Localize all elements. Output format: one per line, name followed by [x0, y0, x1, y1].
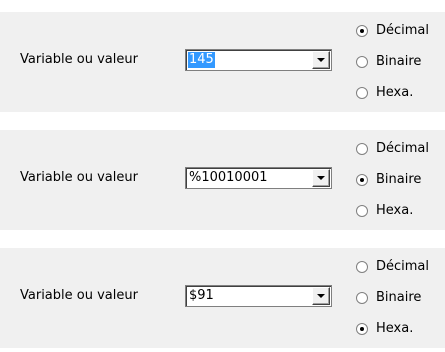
radio-unchecked-icon[interactable]: [356, 292, 368, 304]
radio-checked-icon[interactable]: [356, 25, 368, 37]
value-text[interactable]: $91: [188, 288, 215, 304]
radio-label: Décimal: [376, 141, 430, 156]
radio-checked-icon[interactable]: [356, 323, 368, 335]
dropdown-button[interactable]: [312, 169, 330, 187]
value-text[interactable]: %10010001: [188, 170, 269, 186]
radio-label: Décimal: [376, 259, 430, 274]
value-combobox[interactable]: %10010001: [185, 167, 332, 189]
radio-label: Décimal: [376, 23, 430, 38]
radio-label: Hexa.: [376, 321, 414, 336]
radio-unchecked-icon[interactable]: [356, 261, 368, 273]
radio-label: Binaire: [376, 290, 422, 305]
conversion-group-1: Variable ou valeur 145 Décimal Binaire H…: [0, 12, 445, 112]
variable-label: Variable ou valeur: [20, 288, 138, 303]
chevron-down-icon: [317, 294, 325, 298]
radio-unchecked-icon[interactable]: [356, 87, 368, 99]
radio-label: Hexa.: [376, 85, 414, 100]
conversion-group-3: Variable ou valeur $91 Décimal Binaire H…: [0, 248, 445, 348]
radio-unchecked-icon[interactable]: [356, 56, 368, 68]
value-text[interactable]: 145: [188, 52, 215, 68]
radio-label: Hexa.: [376, 203, 414, 218]
radio-checked-icon[interactable]: [356, 174, 368, 186]
radio-unchecked-icon[interactable]: [356, 205, 368, 217]
value-combobox[interactable]: $91: [185, 285, 332, 307]
radio-label: Binaire: [376, 172, 422, 187]
radio-unchecked-icon[interactable]: [356, 143, 368, 155]
value-combobox[interactable]: 145: [185, 49, 332, 71]
variable-label: Variable ou valeur: [20, 170, 138, 185]
dropdown-button[interactable]: [312, 287, 330, 305]
dropdown-button[interactable]: [312, 51, 330, 69]
radio-label: Binaire: [376, 54, 422, 69]
variable-label: Variable ou valeur: [20, 52, 138, 67]
conversion-group-2: Variable ou valeur %10010001 Décimal Bin…: [0, 130, 445, 230]
chevron-down-icon: [317, 58, 325, 62]
chevron-down-icon: [317, 176, 325, 180]
